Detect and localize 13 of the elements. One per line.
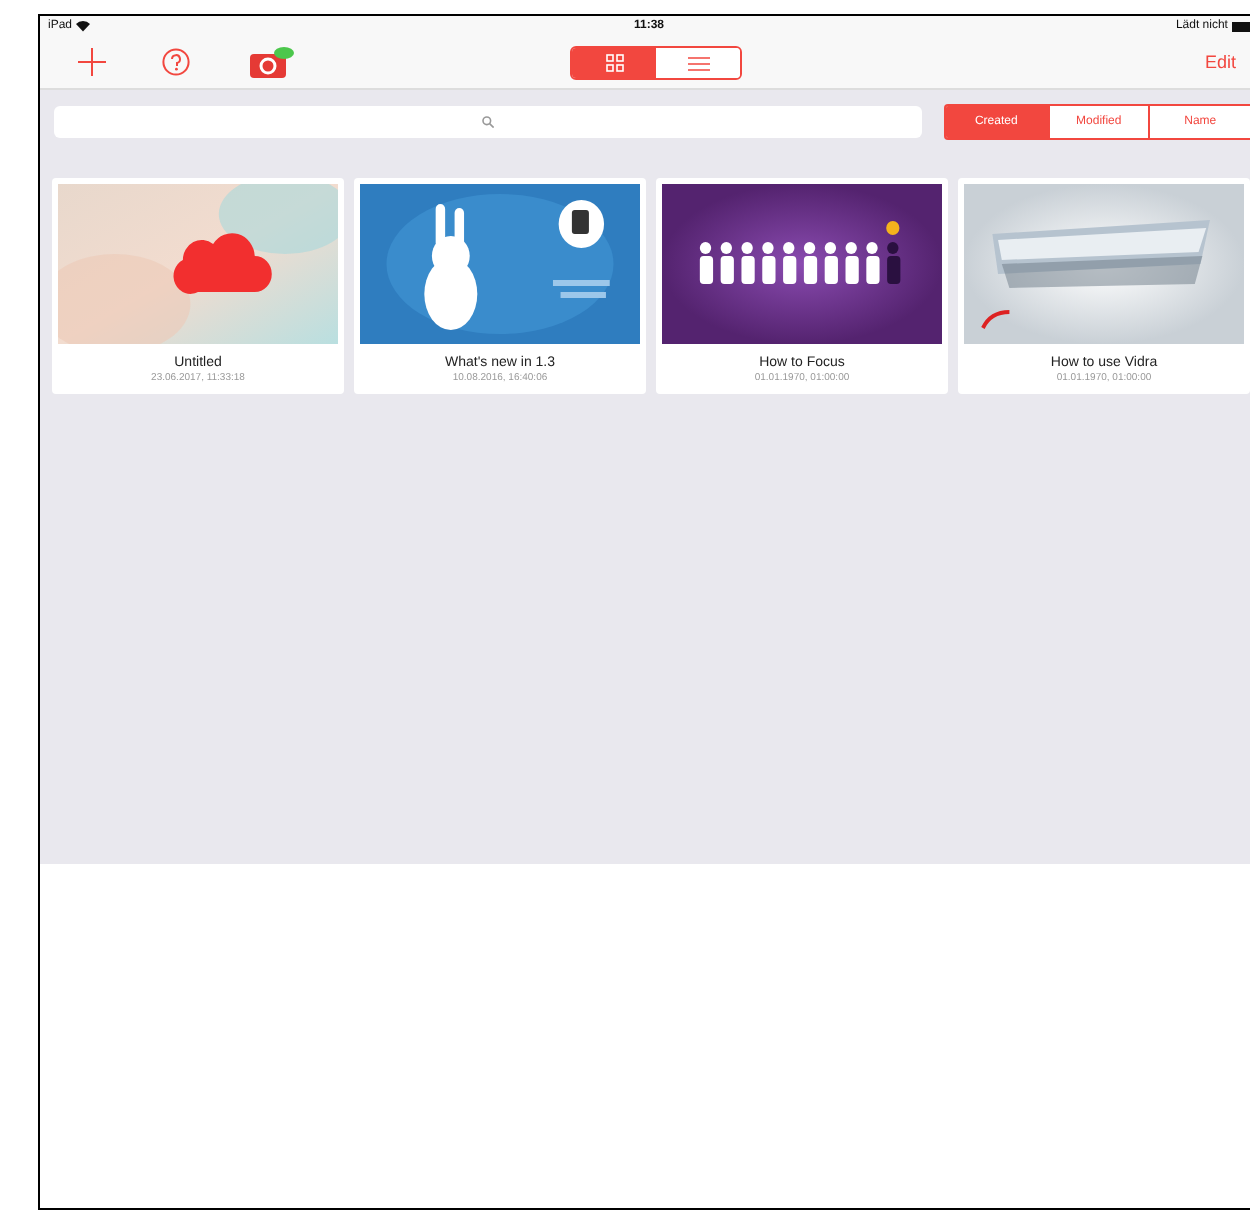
grid-view-tab[interactable] [572,48,656,78]
battery-icon [1231,21,1250,31]
search-icon [481,116,494,128]
grid-icon [605,54,623,72]
plus-icon[interactable] [78,48,106,76]
help-icon[interactable] [162,48,190,76]
search-field[interactable] [54,106,922,138]
wifi-icon [76,20,91,32]
list-view-tab[interactable] [656,48,740,78]
edit-button[interactable]: Edit [1200,48,1240,76]
view-mode-switch[interactable] [570,46,742,80]
video-icon[interactable] [250,46,294,78]
list-icon [687,55,709,71]
